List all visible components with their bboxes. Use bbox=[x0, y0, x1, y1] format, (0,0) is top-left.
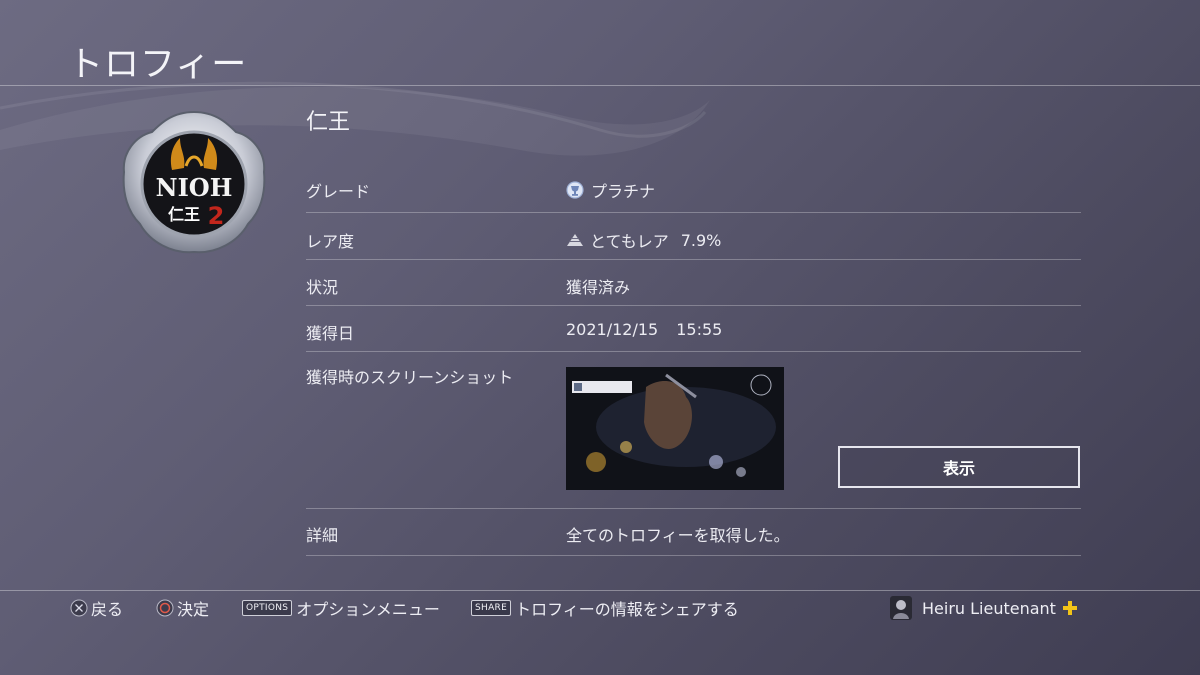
screenshot-row: 獲得時のスクリーンショット 表示 bbox=[306, 352, 1081, 509]
footer-share[interactable]: SHARE トロフィーの情報をシェアする bbox=[471, 596, 739, 620]
footer-options[interactable]: OPTIONS オプションメニュー bbox=[242, 596, 440, 620]
earned-date: 2021/12/15 bbox=[566, 320, 659, 339]
footer-share-label: トロフィーの情報をシェアする bbox=[515, 600, 739, 619]
circle-button-icon bbox=[156, 599, 174, 617]
grade-text: プラチナ bbox=[591, 182, 656, 201]
grade-label: グレード bbox=[306, 182, 371, 201]
status-row: 状況 獲得済み bbox=[306, 260, 1081, 306]
cross-button-icon bbox=[70, 599, 88, 617]
trophy-details: グレード プラチナ レア度 とてもレア 7.9% 状況 獲得済み 獲得日 202… bbox=[306, 164, 1081, 556]
rarity-value: とてもレア 7.9% bbox=[566, 228, 721, 252]
playstation-plus-icon bbox=[1062, 601, 1077, 615]
status-label: 状況 bbox=[306, 278, 339, 297]
footer-confirm-label: 決定 bbox=[177, 600, 210, 619]
avatar bbox=[890, 596, 912, 620]
status-value: 獲得済み bbox=[566, 278, 631, 297]
rarity-text: とてもレア bbox=[590, 232, 669, 251]
detail-label: 詳細 bbox=[306, 526, 339, 545]
screenshot-label: 獲得時のスクリーンショット bbox=[306, 368, 514, 387]
detail-value: 全てのトロフィーを取得した。 bbox=[566, 526, 790, 545]
earned-date-row: 獲得日 2021/12/15 15:55 bbox=[306, 306, 1081, 352]
icon-text-nioh: NIOH bbox=[156, 173, 233, 202]
detail-row: 詳細 全てのトロフィーを取得した。 bbox=[306, 509, 1081, 556]
view-screenshot-button[interactable]: 表示 bbox=[838, 446, 1080, 488]
header-divider bbox=[0, 85, 1200, 86]
footer-options-label: オプションメニュー bbox=[296, 600, 440, 619]
platinum-trophy-icon bbox=[566, 181, 584, 199]
footer-divider bbox=[0, 590, 1200, 591]
rarity-row: レア度 とてもレア 7.9% bbox=[306, 213, 1081, 260]
footer-confirm[interactable]: 決定 bbox=[156, 596, 209, 620]
page-title: トロフィー bbox=[68, 45, 248, 85]
earned-time: 15:55 bbox=[676, 320, 723, 339]
grade-value: プラチナ bbox=[566, 178, 655, 202]
share-key-badge: SHARE bbox=[471, 600, 512, 616]
options-key-badge: OPTIONS bbox=[242, 600, 293, 616]
screenshot-thumbnail[interactable] bbox=[566, 367, 784, 490]
nioh2-trophy-icon: NIOH 仁王 2 bbox=[120, 108, 268, 256]
rarity-label: レア度 bbox=[306, 232, 355, 251]
icon-text-jp: 仁王 bbox=[168, 205, 200, 224]
username: Heiru Lieutenant bbox=[922, 598, 1056, 618]
earned-date-value: 2021/12/15 15:55 bbox=[566, 320, 722, 339]
footer-user: Heiru Lieutenant bbox=[890, 596, 1078, 620]
game-title: 仁王 bbox=[306, 110, 351, 135]
icon-text-num: 2 bbox=[208, 202, 225, 230]
footer-back[interactable]: 戻る bbox=[70, 596, 123, 620]
footer-bar: 戻る 決定 OPTIONS オプションメニュー SHARE トロフィーの情報をシ… bbox=[0, 596, 1200, 626]
rarity-pyramid-icon bbox=[567, 234, 583, 246]
rarity-percent: 7.9% bbox=[680, 230, 722, 250]
earned-date-label: 獲得日 bbox=[306, 324, 355, 343]
grade-row: グレード プラチナ bbox=[306, 164, 1081, 213]
footer-back-label: 戻る bbox=[91, 600, 124, 619]
